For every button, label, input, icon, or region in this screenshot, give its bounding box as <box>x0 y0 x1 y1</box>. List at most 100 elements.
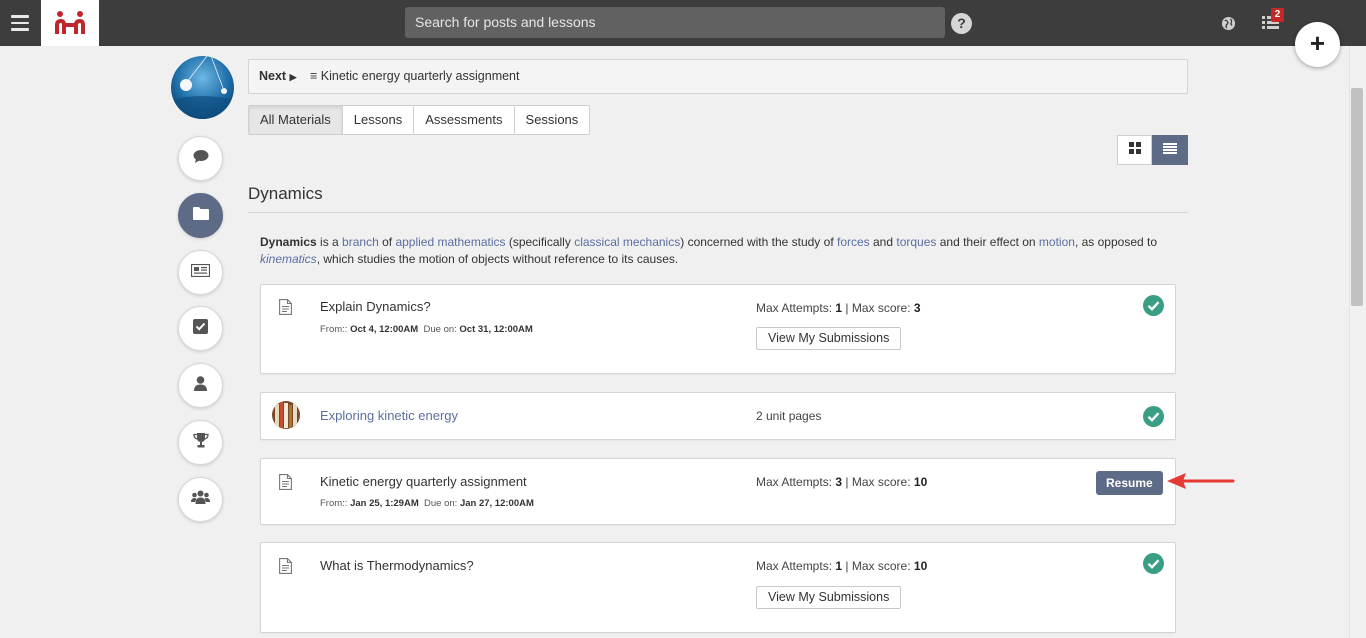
score-label: Max score: <box>851 475 911 489</box>
search-input[interactable]: Search for posts and lessons <box>405 7 945 38</box>
menu-icon[interactable] <box>11 15 29 31</box>
score-label: Max score: <box>851 301 911 315</box>
chat-icon <box>193 149 209 169</box>
unit-pages-count: 2 unit pages <box>756 409 822 423</box>
notification-badge: 2 <box>1271 8 1284 22</box>
material-meta: Max Attempts: 1 | Max score: 10 <box>756 559 927 573</box>
list-view-button[interactable] <box>1152 135 1188 165</box>
section-divider <box>248 212 1188 213</box>
plus-icon[interactable]: + <box>1295 22 1340 67</box>
view-submissions-button[interactable]: View My Submissions <box>756 327 902 350</box>
score-value: 10 <box>913 475 928 489</box>
scrollbar-thumb[interactable] <box>1351 88 1363 306</box>
caret-right-icon: ▶ <box>289 72 297 82</box>
score-value: 3 <box>913 301 921 315</box>
link-torques[interactable]: torques <box>896 235 936 249</box>
section-description: Dynamics is a branch of applied mathemat… <box>260 234 1175 267</box>
newspaper-icon <box>190 263 211 282</box>
material-filter-tabs: All Materials Lessons Assessments Sessio… <box>248 105 591 135</box>
link-branch[interactable]: branch <box>342 235 379 249</box>
tab-assessments[interactable]: Assessments <box>413 105 515 135</box>
help-icon[interactable]: ? <box>951 13 972 34</box>
material-title[interactable]: Kinetic energy quarterly assignment <box>320 474 527 489</box>
attempts-label: Max Attempts: <box>756 475 833 489</box>
sidebar-chat-button[interactable] <box>178 136 223 181</box>
material-card[interactable]: What is Thermodynamics? Max Attempts: 1 … <box>260 542 1176 633</box>
desc-text: of <box>378 235 396 249</box>
due-date: Oct 31, 12:00AM <box>459 324 533 335</box>
user-icon <box>194 375 207 396</box>
score-label: Max score: <box>851 559 911 573</box>
next-label[interactable]: Next ▶ <box>259 69 297 83</box>
material-card[interactable]: Explain Dynamics? From:: Oct 4, 12:00AM … <box>260 284 1176 374</box>
desc-text: and <box>869 235 897 249</box>
desc-italic: kinematics <box>260 251 317 266</box>
from-date: Oct 4, 12:00AM <box>350 324 419 335</box>
sidebar-assessments-button[interactable] <box>178 306 223 351</box>
material-dates: From:: Jan 25, 1:29AM Due on: Jan 27, 12… <box>320 498 534 509</box>
material-meta: Max Attempts: 1 | Max score: 3 <box>756 301 921 315</box>
link-kinematics[interactable]: kinematics <box>260 252 317 266</box>
completed-check-icon <box>1143 553 1164 574</box>
material-title[interactable]: Explain Dynamics? <box>320 299 431 314</box>
attempts-value: 1 <box>835 301 843 315</box>
material-card[interactable]: Exploring kinetic energy 2 unit pages <box>260 392 1176 440</box>
attempts-label: Max Attempts: <box>756 559 833 573</box>
view-submissions-button[interactable]: View My Submissions <box>756 586 902 609</box>
list-lines-icon: ≡ <box>309 69 318 83</box>
completed-check-icon <box>1143 295 1164 316</box>
lesson-title-link[interactable]: Exploring kinetic energy <box>320 408 458 423</box>
due-label: Due on: <box>424 498 458 509</box>
desc-text: and their effect on <box>936 235 1039 249</box>
due-label: Due on: <box>423 324 457 335</box>
score-value: 10 <box>913 559 928 573</box>
sidebar-profile-button[interactable] <box>178 363 223 408</box>
tab-lessons[interactable]: Lessons <box>341 105 415 135</box>
desc-text: is a <box>316 235 343 249</box>
annotation-arrow-icon <box>1167 471 1235 491</box>
sidebar-announcements-button[interactable] <box>178 250 223 295</box>
completed-check-icon <box>1143 406 1164 427</box>
desc-text: , which studies the motion of objects wi… <box>316 251 679 266</box>
app-logo[interactable] <box>41 0 99 46</box>
material-title[interactable]: What is Thermodynamics? <box>320 558 474 573</box>
desc-term: Dynamics <box>260 235 317 249</box>
attempts-value: 1 <box>835 559 843 573</box>
sidebar-achievements-button[interactable] <box>178 420 223 465</box>
from-label: From:: <box>320 498 348 509</box>
document-icon <box>279 299 292 315</box>
section-title: Dynamics <box>248 184 323 203</box>
sidebar-members-button[interactable] <box>178 477 223 522</box>
tab-sessions[interactable]: Sessions <box>513 105 591 135</box>
material-card[interactable]: Kinetic energy quarterly assignment From… <box>260 458 1176 525</box>
list-view-icon <box>1163 141 1177 159</box>
sidebar-materials-button[interactable] <box>178 193 223 238</box>
attempts-label: Max Attempts: <box>756 301 833 315</box>
next-material-link[interactable]: ≡ Kinetic energy quarterly assignment <box>310 69 520 83</box>
trophy-icon <box>192 432 209 453</box>
folder-icon <box>192 206 209 225</box>
link-forces[interactable]: forces <box>837 235 870 249</box>
link-motion[interactable]: motion <box>1039 235 1075 249</box>
meta-separator: | <box>845 475 849 489</box>
next-material-title: Kinetic energy quarterly assignment <box>320 69 520 83</box>
attempts-value: 3 <box>835 475 843 489</box>
grid-view-button[interactable] <box>1117 135 1152 165</box>
desc-text: ) concerned with the study of <box>680 235 837 249</box>
next-material-bar: Next ▶ ≡ Kinetic energy quarterly assign… <box>248 59 1188 94</box>
tab-all-materials[interactable]: All Materials <box>248 105 343 135</box>
material-meta: Max Attempts: 3 | Max score: 10 <box>756 475 927 489</box>
meta-separator: | <box>845 301 849 315</box>
link-classical-mechanics[interactable]: classical mechanics <box>574 235 680 249</box>
next-text: Next <box>259 69 287 83</box>
desc-text: (specifically <box>505 235 575 249</box>
link-applied-mathematics[interactable]: applied mathematics <box>395 235 505 249</box>
due-date: Jan 27, 12:00AM <box>459 498 534 509</box>
material-dates: From:: Oct 4, 12:00AM Due on: Oct 31, 12… <box>320 324 533 335</box>
from-date: Jan 25, 1:29AM <box>350 498 419 509</box>
resume-button[interactable]: Resume <box>1096 471 1163 495</box>
from-label: From:: <box>320 324 348 335</box>
course-avatar[interactable] <box>171 56 234 119</box>
globe-icon[interactable] <box>1221 16 1236 31</box>
lesson-thumbnail <box>272 401 300 429</box>
